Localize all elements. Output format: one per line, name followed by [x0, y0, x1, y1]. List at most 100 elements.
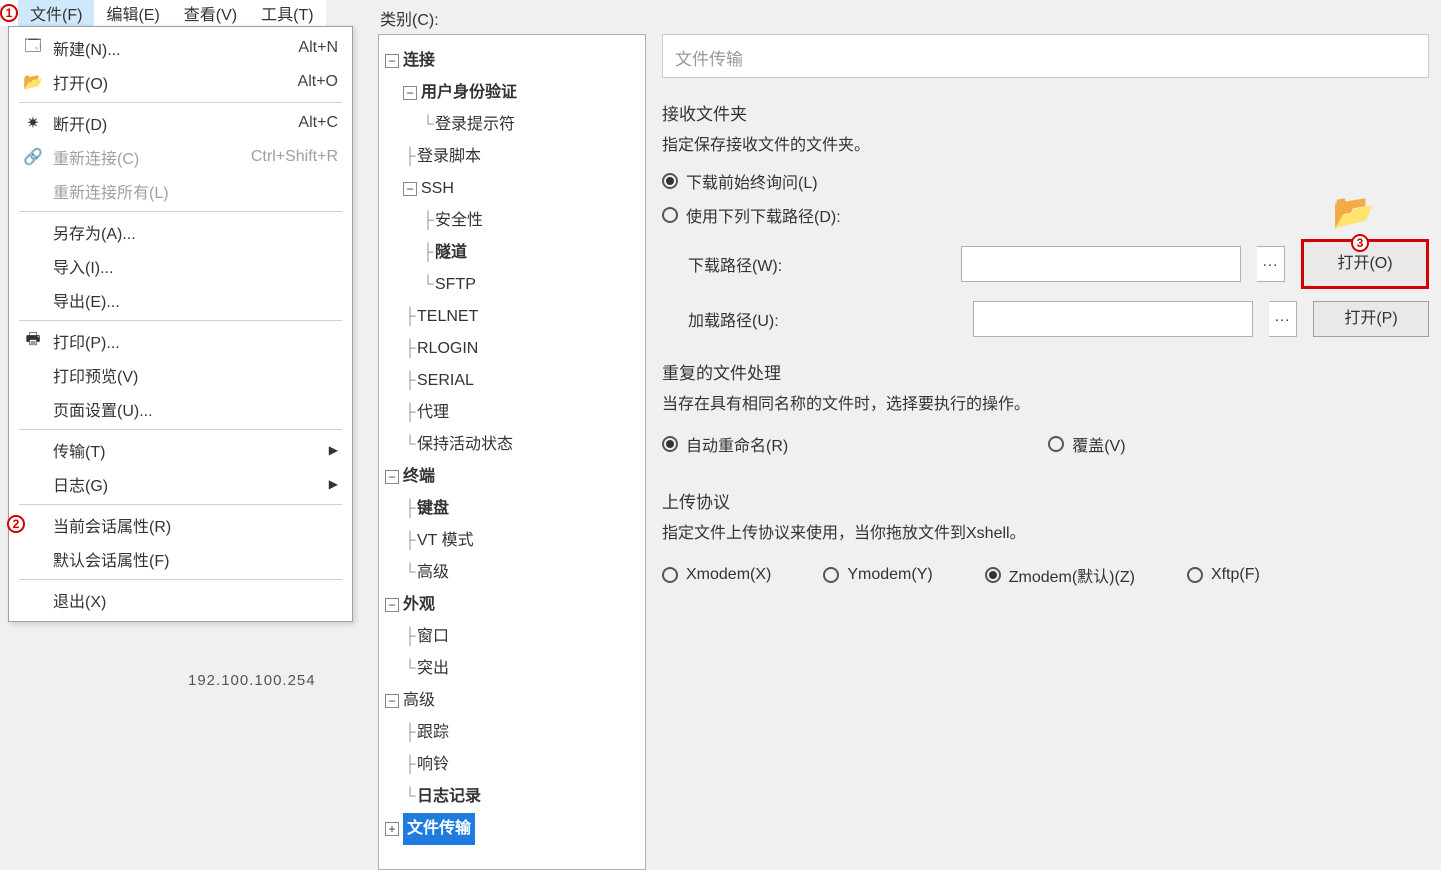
- tree-vt-mode[interactable]: ├VT 模式: [385, 525, 639, 557]
- radio-use-path[interactable]: 使用下列下载路径(D):: [662, 203, 1429, 227]
- tree-terminal[interactable]: −终端: [385, 461, 639, 493]
- tree-ssh[interactable]: −SSH: [385, 173, 639, 205]
- collapse-icon: −: [385, 54, 399, 68]
- load-path-browse-button[interactable]: ...: [1269, 301, 1297, 337]
- panel-title-field: 文件传输: [662, 34, 1429, 78]
- upload-protocol-desc: 指定文件上传协议来使用，当你拖放文件到Xshell。: [662, 519, 1429, 543]
- annotation-marker-2: 2: [7, 515, 25, 533]
- menuitem-print[interactable]: 🖶 打印(P)...: [9, 324, 352, 358]
- tree-advanced-term[interactable]: └高级: [385, 557, 639, 589]
- menu-separator: [19, 320, 342, 321]
- menuitem-open-shortcut: Alt+O: [298, 73, 338, 91]
- upload-protocol-heading: 上传协议: [662, 488, 1429, 513]
- annotation-marker-3: 3: [1351, 234, 1369, 252]
- folder-icon: 📂: [1333, 192, 1375, 232]
- radio-xftp[interactable]: Xftp(F): [1187, 563, 1260, 587]
- receive-folder-section: 接收文件夹 指定保存接收文件的文件夹。 📂 3 下载前始终询问(L) 使用下列下…: [662, 100, 1429, 337]
- tree-file-transfer[interactable]: +文件传输: [385, 813, 639, 845]
- open-load-button[interactable]: 打开(P): [1313, 301, 1429, 337]
- collapse-icon: −: [385, 598, 399, 612]
- tree-bell[interactable]: ├响铃: [385, 749, 639, 781]
- tree-telnet[interactable]: ├TELNET: [385, 301, 639, 333]
- submenu-arrow-icon: ▶: [329, 443, 338, 457]
- menuitem-export[interactable]: 导出(E)...: [9, 283, 352, 317]
- tree-sftp[interactable]: └SFTP: [385, 269, 639, 301]
- folder-open-icon: 📂: [21, 72, 45, 92]
- menuitem-disconnect-label: 断开(D): [53, 111, 107, 135]
- menuitem-default-session-props[interactable]: 默认会话属性(F): [9, 542, 352, 576]
- tree-advanced[interactable]: −高级: [385, 685, 639, 717]
- radio-icon: [662, 173, 678, 189]
- menuitem-reconnect-all-label: 重新连接所有(L): [53, 179, 169, 203]
- menu-view[interactable]: 查看(V): [172, 0, 249, 27]
- annotation-marker-1: 1: [0, 4, 18, 22]
- menuitem-print-preview[interactable]: 打印预览(V): [9, 358, 352, 392]
- collapse-icon: −: [403, 182, 417, 196]
- menuitem-transfer[interactable]: 传输(T) ▶: [9, 433, 352, 467]
- menuitem-log[interactable]: 日志(G) ▶: [9, 467, 352, 501]
- tree-keepalive[interactable]: └保持活动状态: [385, 429, 639, 461]
- radio-ymodem-label: Ymodem(Y): [847, 566, 932, 584]
- menuitem-disconnect-shortcut: Alt+C: [298, 114, 338, 132]
- menuitem-reconnect: 🔗 重新连接(C) Ctrl+Shift+R: [9, 140, 352, 174]
- expand-icon: +: [385, 822, 399, 836]
- radio-zmodem[interactable]: Zmodem(默认)(Z): [985, 563, 1135, 587]
- radio-overwrite[interactable]: 覆盖(V): [1048, 432, 1125, 456]
- radio-icon: [662, 436, 678, 452]
- menu-separator: [19, 102, 342, 103]
- menuitem-print-preview-label: 打印预览(V): [53, 363, 138, 387]
- radio-xmodem[interactable]: Xmodem(X): [662, 563, 771, 587]
- tree-trace[interactable]: ├跟踪: [385, 717, 639, 749]
- menuitem-current-session-props[interactable]: 2 当前会话属性(R): [9, 508, 352, 542]
- menuitem-page-setup[interactable]: 页面设置(U)...: [9, 392, 352, 426]
- menuitem-open[interactable]: 📂 打开(O) Alt+O: [9, 65, 352, 99]
- menuitem-new[interactable]: 🗔 新建(N)... Alt+N: [9, 31, 352, 65]
- tree-tunnel[interactable]: ├隧道: [385, 237, 639, 269]
- menuitem-exit[interactable]: 退出(X): [9, 583, 352, 617]
- reconnect-icon: 🔗: [21, 147, 45, 167]
- tree-connection[interactable]: −连接: [385, 45, 639, 77]
- menuitem-exit-label: 退出(X): [53, 588, 106, 612]
- tree-security[interactable]: ├安全性: [385, 205, 639, 237]
- properties-panel: 类别(C): −连接 −用户身份验证 └登录提示符 ├登录脚本 −SSH ├安全…: [370, 0, 1441, 870]
- menu-separator: [19, 504, 342, 505]
- menuitem-import[interactable]: 导入(I)...: [9, 249, 352, 283]
- load-path-input[interactable]: [973, 301, 1253, 337]
- tree-highlight[interactable]: └突出: [385, 653, 639, 685]
- radio-auto-rename[interactable]: 自动重命名(R): [662, 432, 788, 456]
- tree-rlogin[interactable]: ├RLOGIN: [385, 333, 639, 365]
- load-path-label: 加载路径(U):: [688, 307, 828, 331]
- tree-serial[interactable]: ├SERIAL: [385, 365, 639, 397]
- collapse-icon: −: [385, 694, 399, 708]
- menuitem-open-label: 打开(O): [53, 70, 108, 94]
- tree-keyboard[interactable]: ├键盘: [385, 493, 639, 525]
- menuitem-save-as[interactable]: 另存为(A)...: [9, 215, 352, 249]
- menuitem-page-setup-label: 页面设置(U)...: [53, 397, 153, 421]
- download-path-browse-button[interactable]: ...: [1257, 246, 1285, 282]
- tree-proxy[interactable]: ├代理: [385, 397, 639, 429]
- download-path-input[interactable]: [961, 246, 1241, 282]
- tree-logging[interactable]: └日志记录: [385, 781, 639, 813]
- download-path-row: 下载路径(W): ... 打开(O): [688, 239, 1429, 289]
- category-tree[interactable]: −连接 −用户身份验证 └登录提示符 ├登录脚本 −SSH ├安全性 ├隧道 └…: [378, 34, 646, 870]
- printer-icon: 🖶: [21, 328, 45, 355]
- radio-ymodem[interactable]: Ymodem(Y): [823, 563, 932, 587]
- tree-window[interactable]: ├窗口: [385, 621, 639, 653]
- menuitem-transfer-label: 传输(T): [53, 438, 105, 462]
- tree-auth[interactable]: −用户身份验证: [385, 77, 639, 109]
- tree-login-prompt[interactable]: └登录提示符: [385, 109, 639, 141]
- menu-file[interactable]: 文件(F): [18, 0, 94, 27]
- tree-login-script[interactable]: ├登录脚本: [385, 141, 639, 173]
- radio-always-ask[interactable]: 下载前始终询问(L): [662, 169, 1429, 193]
- tree-appearance[interactable]: −外观: [385, 589, 639, 621]
- radio-xmodem-label: Xmodem(X): [686, 566, 771, 584]
- menu-edit[interactable]: 编辑(E): [94, 0, 171, 27]
- menuitem-current-session-props-label: 当前会话属性(R): [53, 513, 171, 537]
- menuitem-disconnect[interactable]: ✷ 断开(D) Alt+C: [9, 106, 352, 140]
- load-path-row: 加载路径(U): ... 打开(P): [688, 301, 1429, 337]
- menu-tools[interactable]: 工具(T): [249, 0, 325, 27]
- obscured-ip-text: 192.100.100.254: [188, 672, 316, 689]
- menuitem-new-label: 新建(N)...: [53, 36, 121, 60]
- menu-separator: [19, 211, 342, 212]
- radio-icon: [1048, 436, 1064, 452]
